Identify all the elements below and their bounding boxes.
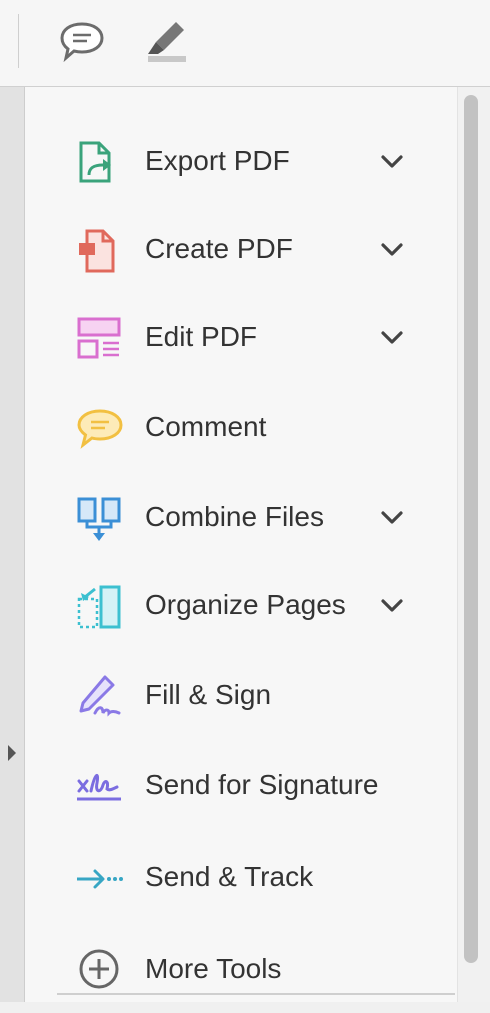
tool-edit-pdf[interactable]: Edit PDF — [25, 293, 457, 381]
tool-label: Create PDF — [145, 233, 293, 264]
chevron-down-icon[interactable] — [379, 149, 405, 175]
highlighter-icon[interactable] — [142, 18, 190, 66]
edit-pdf-icon — [75, 315, 125, 365]
tool-label: Fill & Sign — [145, 679, 272, 710]
tools-panel: Export PDF Create PDF Edit PDF Comment C… — [25, 87, 490, 1002]
tool-send-track[interactable]: Send & Track — [25, 833, 457, 921]
comment-icon — [75, 405, 125, 455]
more-tools-icon — [75, 947, 125, 997]
export-pdf-icon — [75, 139, 125, 189]
fill-sign-icon — [75, 673, 125, 723]
tool-organize-pages[interactable]: Organize Pages — [25, 561, 457, 649]
chevron-down-icon[interactable] — [379, 325, 405, 351]
tool-label: Organize Pages — [145, 589, 346, 620]
tool-create-pdf[interactable]: Create PDF — [25, 205, 457, 293]
scrollbar-thumb[interactable] — [464, 95, 478, 963]
organize-pages-icon — [75, 583, 125, 633]
tool-label: Send & Track — [145, 861, 314, 892]
tool-label: Combine Files — [145, 501, 324, 532]
chevron-down-icon[interactable] — [379, 593, 405, 619]
tool-more-tools[interactable]: More Tools — [25, 925, 457, 1013]
left-collapse-strip — [0, 87, 25, 1002]
tool-combine-files[interactable]: Combine Files — [25, 473, 457, 561]
chevron-down-icon[interactable] — [379, 237, 405, 263]
tool-comment[interactable]: Comment — [25, 383, 457, 471]
send-for-signature-icon — [75, 763, 125, 813]
bottom-divider — [57, 993, 455, 995]
scrollbar[interactable] — [457, 87, 490, 1002]
tool-label: More Tools — [145, 953, 282, 984]
top-toolbar — [0, 0, 490, 87]
tool-export-pdf[interactable]: Export PDF — [25, 117, 457, 205]
tool-label: Export PDF — [145, 145, 290, 176]
comment-bubble-icon[interactable] — [58, 18, 106, 66]
create-pdf-icon — [75, 227, 125, 277]
chevron-down-icon[interactable] — [379, 505, 405, 531]
toolbar-separator — [18, 14, 19, 68]
combine-files-icon — [75, 495, 125, 545]
send-track-icon — [75, 855, 125, 905]
collapse-arrow-icon[interactable] — [6, 743, 18, 763]
tool-label: Send for Signature — [145, 769, 379, 800]
tool-label: Comment — [145, 411, 267, 442]
tool-fill-sign[interactable]: Fill & Sign — [25, 651, 457, 739]
tool-label: Edit PDF — [145, 321, 258, 352]
tool-send-for-signature[interactable]: Send for Signature — [25, 741, 457, 829]
